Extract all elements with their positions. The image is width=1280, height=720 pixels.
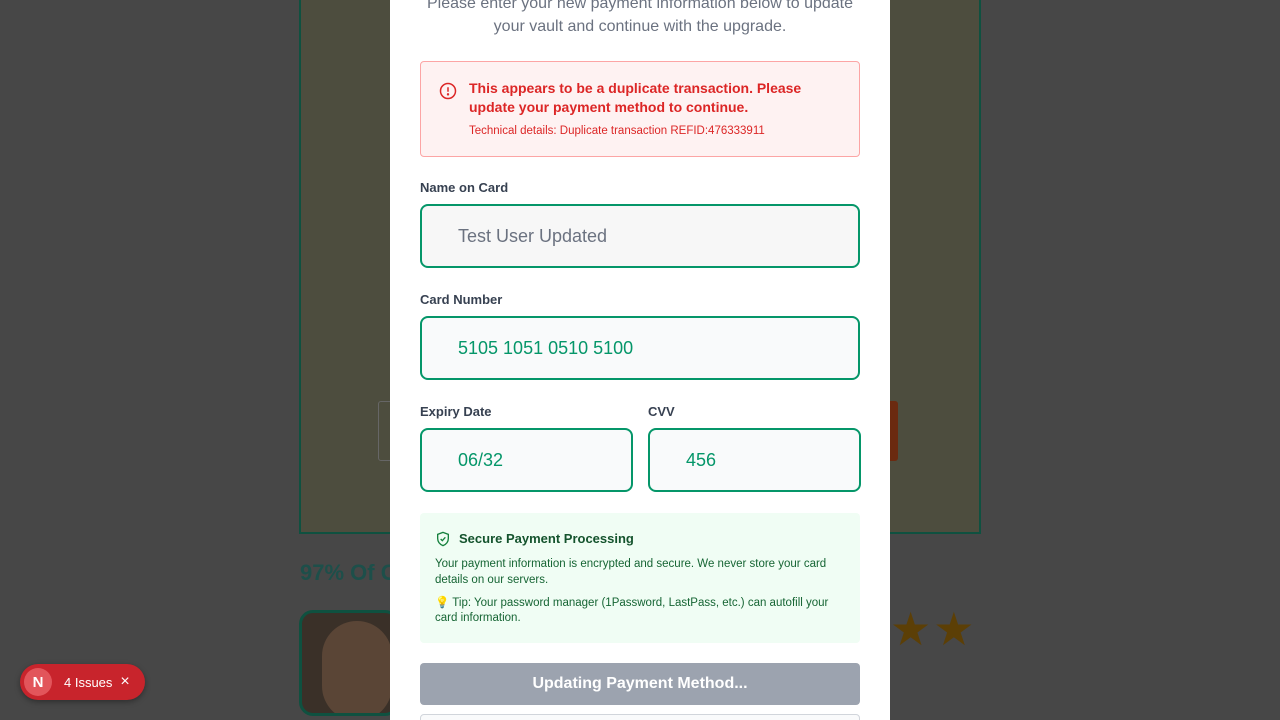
cvv-label: CVV: [648, 404, 675, 419]
expiry-date-input[interactable]: 06/32: [420, 428, 633, 492]
name-on-card-label: Name on Card: [420, 180, 509, 195]
alert-circle-icon: [439, 82, 457, 100]
modal-intro-text: Please enter your new payment informatio…: [426, 0, 854, 35]
secure-payment-notice: Secure Payment Processing Your payment i…: [420, 513, 860, 643]
issues-badge[interactable]: N 4 Issues ×: [20, 664, 145, 700]
background-heading: 97% Of C: [300, 560, 397, 585]
name-on-card-input[interactable]: Test User Updated: [420, 204, 860, 268]
password-manager-tip: 💡 Tip: Your password manager (1Password,…: [435, 597, 829, 624]
rating-stars: ★★: [890, 603, 977, 655]
issues-count[interactable]: 4 Issues: [64, 675, 112, 690]
alert-title: This appears to be a duplicate transacti…: [469, 80, 802, 115]
close-icon[interactable]: ×: [120, 674, 129, 690]
secure-description: Your payment information is encrypted an…: [435, 558, 827, 586]
card-number-label: Card Number: [420, 292, 503, 307]
expiry-date-label: Expiry Date: [420, 404, 492, 419]
secure-title: Secure Payment Processing: [459, 531, 634, 546]
card-number-input[interactable]: 5105 1051 0510 5100: [420, 316, 860, 380]
duplicate-transaction-alert: This appears to be a duplicate transacti…: [420, 61, 860, 157]
update-payment-modal: Please enter your new payment informatio…: [390, 0, 890, 720]
cvv-input[interactable]: 456: [648, 428, 861, 492]
secondary-button[interactable]: [420, 714, 860, 720]
nextjs-logo-icon: N: [24, 668, 52, 696]
shield-check-icon: [437, 531, 449, 547]
background-avatar: [299, 610, 399, 716]
alert-technical-details: Technical details: Duplicate transaction…: [469, 125, 765, 137]
update-payment-button[interactable]: Updating Payment Method...: [420, 663, 860, 705]
